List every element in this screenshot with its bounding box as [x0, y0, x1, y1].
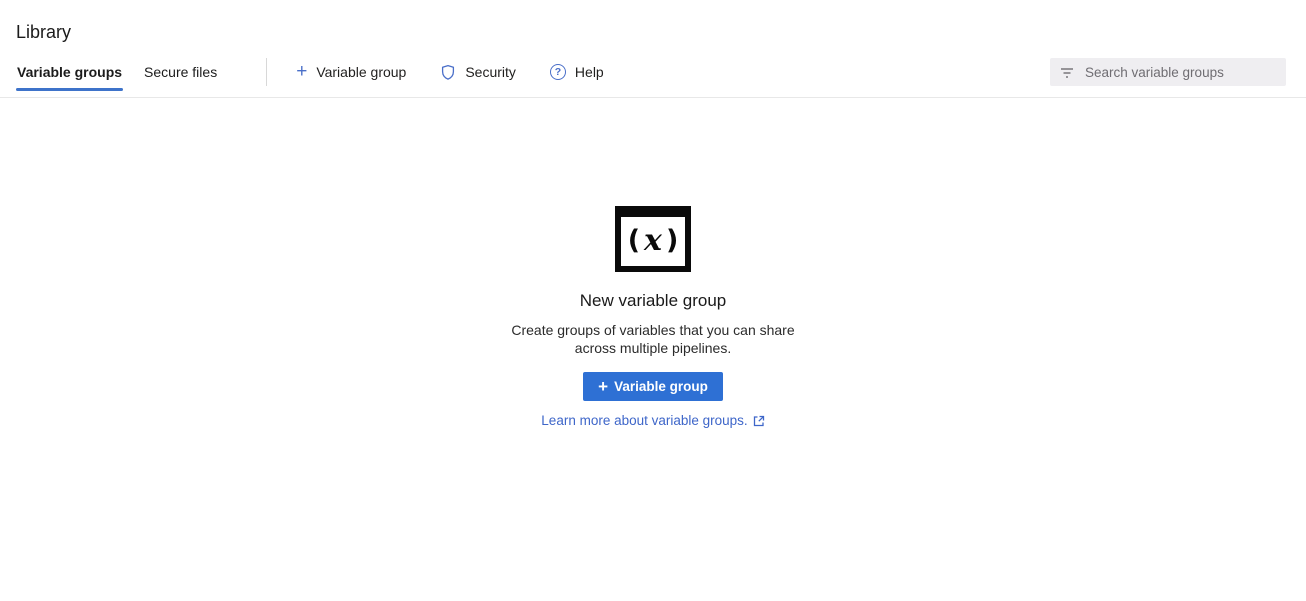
empty-state-title: New variable group	[580, 291, 726, 311]
plus-icon: +	[598, 380, 608, 393]
tab-secure-files-label: Secure files	[144, 64, 217, 80]
open-paren-glyph: (	[628, 227, 640, 254]
external-link-icon	[753, 415, 765, 427]
tab-bar: Variable groups Secure files	[16, 51, 238, 93]
tabs-and-toolbar: Variable groups Secure files + Variable …	[0, 51, 1306, 93]
tab-variable-groups[interactable]: Variable groups	[16, 51, 123, 93]
help-label: Help	[575, 64, 604, 80]
security-button[interactable]: Security	[431, 58, 525, 87]
close-paren-glyph: )	[666, 227, 678, 254]
tab-variable-groups-label: Variable groups	[17, 64, 122, 80]
tab-secure-files[interactable]: Secure files	[143, 51, 218, 93]
filter-icon	[1060, 66, 1074, 78]
learn-more-link-label: Learn more about variable groups.	[541, 413, 747, 428]
search-input[interactable]	[1085, 65, 1276, 80]
shield-icon	[440, 64, 456, 81]
page-header: Library	[0, 0, 1306, 43]
learn-more-link[interactable]: Learn more about variable groups.	[541, 413, 764, 428]
variable-x-glyph: x	[644, 226, 662, 256]
primary-button-label: Variable group	[614, 379, 708, 394]
toolbar-divider	[266, 58, 267, 86]
header-border	[0, 97, 1306, 98]
add-variable-group-primary-button[interactable]: + Variable group	[583, 372, 723, 401]
window-content: ( x )	[621, 217, 685, 266]
security-label: Security	[465, 64, 516, 80]
help-button[interactable]: ? Help	[541, 58, 613, 86]
variable-group-window-icon: ( x )	[615, 206, 691, 272]
add-variable-group-toolbar-button[interactable]: + Variable group	[287, 58, 415, 86]
empty-state: ( x ) New variable group Create groups o…	[0, 206, 1306, 428]
help-icon-glyph: ?	[555, 67, 561, 78]
page-title: Library	[16, 22, 1290, 43]
empty-state-description: Create groups of variables that you can …	[497, 322, 809, 357]
search-box[interactable]	[1050, 58, 1286, 86]
plus-icon: +	[296, 65, 307, 79]
add-variable-group-toolbar-label: Variable group	[316, 64, 406, 80]
help-icon: ?	[550, 64, 566, 80]
